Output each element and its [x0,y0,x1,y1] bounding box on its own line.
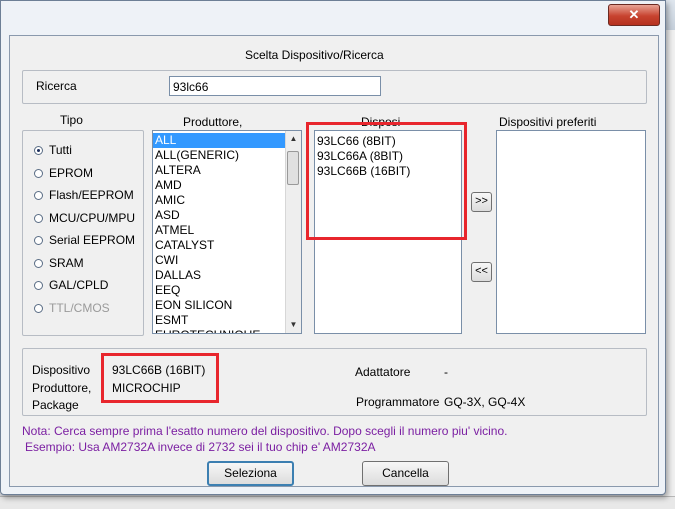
radio-label: SRAM [49,256,84,270]
type-radio-option: TTL/CMOS [34,300,110,316]
note-text: Nota: Cerca sempre prima l'esatto numero… [22,424,508,438]
select-button[interactable]: Seleziona [207,461,294,486]
manufacturers-title: Produttore, [183,115,243,129]
radio-circle-icon [34,191,43,200]
adapter-value: - [444,365,448,379]
scroll-down-icon[interactable]: ▼ [286,317,301,333]
radio-label: Serial EEPROM [49,233,136,247]
example-text: Esempio: Usa AM2732A invece di 2732 sei … [25,440,376,454]
manufacturer-list[interactable]: ALL ALL(GENERIC) ALTERA AMD AMIC ASD ATMEL CATA… [152,130,302,334]
background-statusbar [0,496,675,509]
manufacturer-list-item[interactable]: EUROTECHNIQUE [153,328,301,333]
radio-label: GAL/CPLD [49,278,109,292]
cancel-button[interactable]: Cancella [362,461,449,486]
type-radio-option[interactable]: Serial EEPROM [34,232,135,248]
radio-circle-icon [34,214,43,223]
radio-circle-icon [34,146,43,155]
radio-circle-icon [34,169,43,178]
manufacturer-list-item[interactable]: EON SILICON [153,298,301,313]
remove-favorite-button[interactable]: << [471,262,492,282]
device-label: Dispositivo [32,363,91,377]
type-radio-option[interactable]: Tutti [34,142,72,158]
type-group-title: Tipo [60,113,83,127]
manufacturer-items: ALL ALL(GENERIC) ALTERA AMD AMIC ASD ATMEL CATA… [153,131,301,333]
device-info-highlight [101,353,219,403]
manufacturer-label: Produttore, [32,381,92,395]
dialog-client-area: Scelta Dispositivo/Ricerca Ricerca 93lc6… [9,35,659,487]
scroll-thumb[interactable] [287,151,299,185]
manufacturer-list-item[interactable]: DALLAS [153,268,301,283]
manufacturer-list-item[interactable]: AMIC [153,193,301,208]
favorites-title: Dispositivi preferiti [499,115,597,129]
radio-circle-icon [34,281,43,290]
scroll-up-icon[interactable]: ▲ [286,131,301,147]
manufacturer-list-item[interactable]: ALL(GENERIC) [153,148,301,163]
manufacturer-list-item[interactable]: ESMT [153,313,301,328]
radio-label: MCU/CPU/MPU [49,211,135,225]
radio-circle-icon [34,259,43,268]
search-input[interactable]: 93lc66 [169,76,381,96]
device-selection-dialog: ✕ Scelta Dispositivo/Ricerca Ricerca 93l… [0,0,666,495]
search-label: Ricerca [36,79,77,93]
programmer-label: Programmatore [356,395,440,409]
add-favorite-button[interactable]: >> [471,192,492,212]
type-radio-option[interactable]: SRAM [34,255,84,271]
type-radio-option[interactable]: Flash/EEPROM [34,187,134,203]
programmer-value: GQ-3X, GQ-4X [444,395,526,409]
close-button[interactable]: ✕ [608,4,660,26]
manufacturer-list-item[interactable]: ALL [153,133,301,148]
radio-label: TTL/CMOS [49,301,110,315]
manufacturer-list-item[interactable]: AMD [153,178,301,193]
package-label: Package [32,398,79,412]
favorites-list[interactable] [496,130,646,334]
type-radio-option[interactable]: EPROM [34,165,93,181]
radio-label: Flash/EEPROM [49,188,134,202]
radio-label: EPROM [49,166,94,180]
type-radio-option[interactable]: GAL/CPLD [34,277,108,293]
dialog-title: Scelta Dispositivo/Ricerca [245,48,384,62]
radio-circle-icon [34,236,43,245]
manufacturer-list-item[interactable]: CATALYST [153,238,301,253]
radio-label: Tutti [49,143,72,157]
manufacturer-list-item[interactable]: CWI [153,253,301,268]
device-list-highlight [306,122,467,240]
manufacturer-list-item[interactable]: ASD [153,208,301,223]
dialog-titlebar[interactable]: ✕ [1,1,665,35]
radio-circle-icon [34,304,43,313]
manufacturer-scrollbar[interactable]: ▲ ▼ [285,131,301,333]
type-radio-option[interactable]: MCU/CPU/MPU [34,210,135,226]
adapter-label: Adattatore [355,365,411,379]
manufacturer-list-item[interactable]: ATMEL [153,223,301,238]
manufacturer-list-item[interactable]: ALTERA [153,163,301,178]
manufacturer-list-item[interactable]: EEQ [153,283,301,298]
